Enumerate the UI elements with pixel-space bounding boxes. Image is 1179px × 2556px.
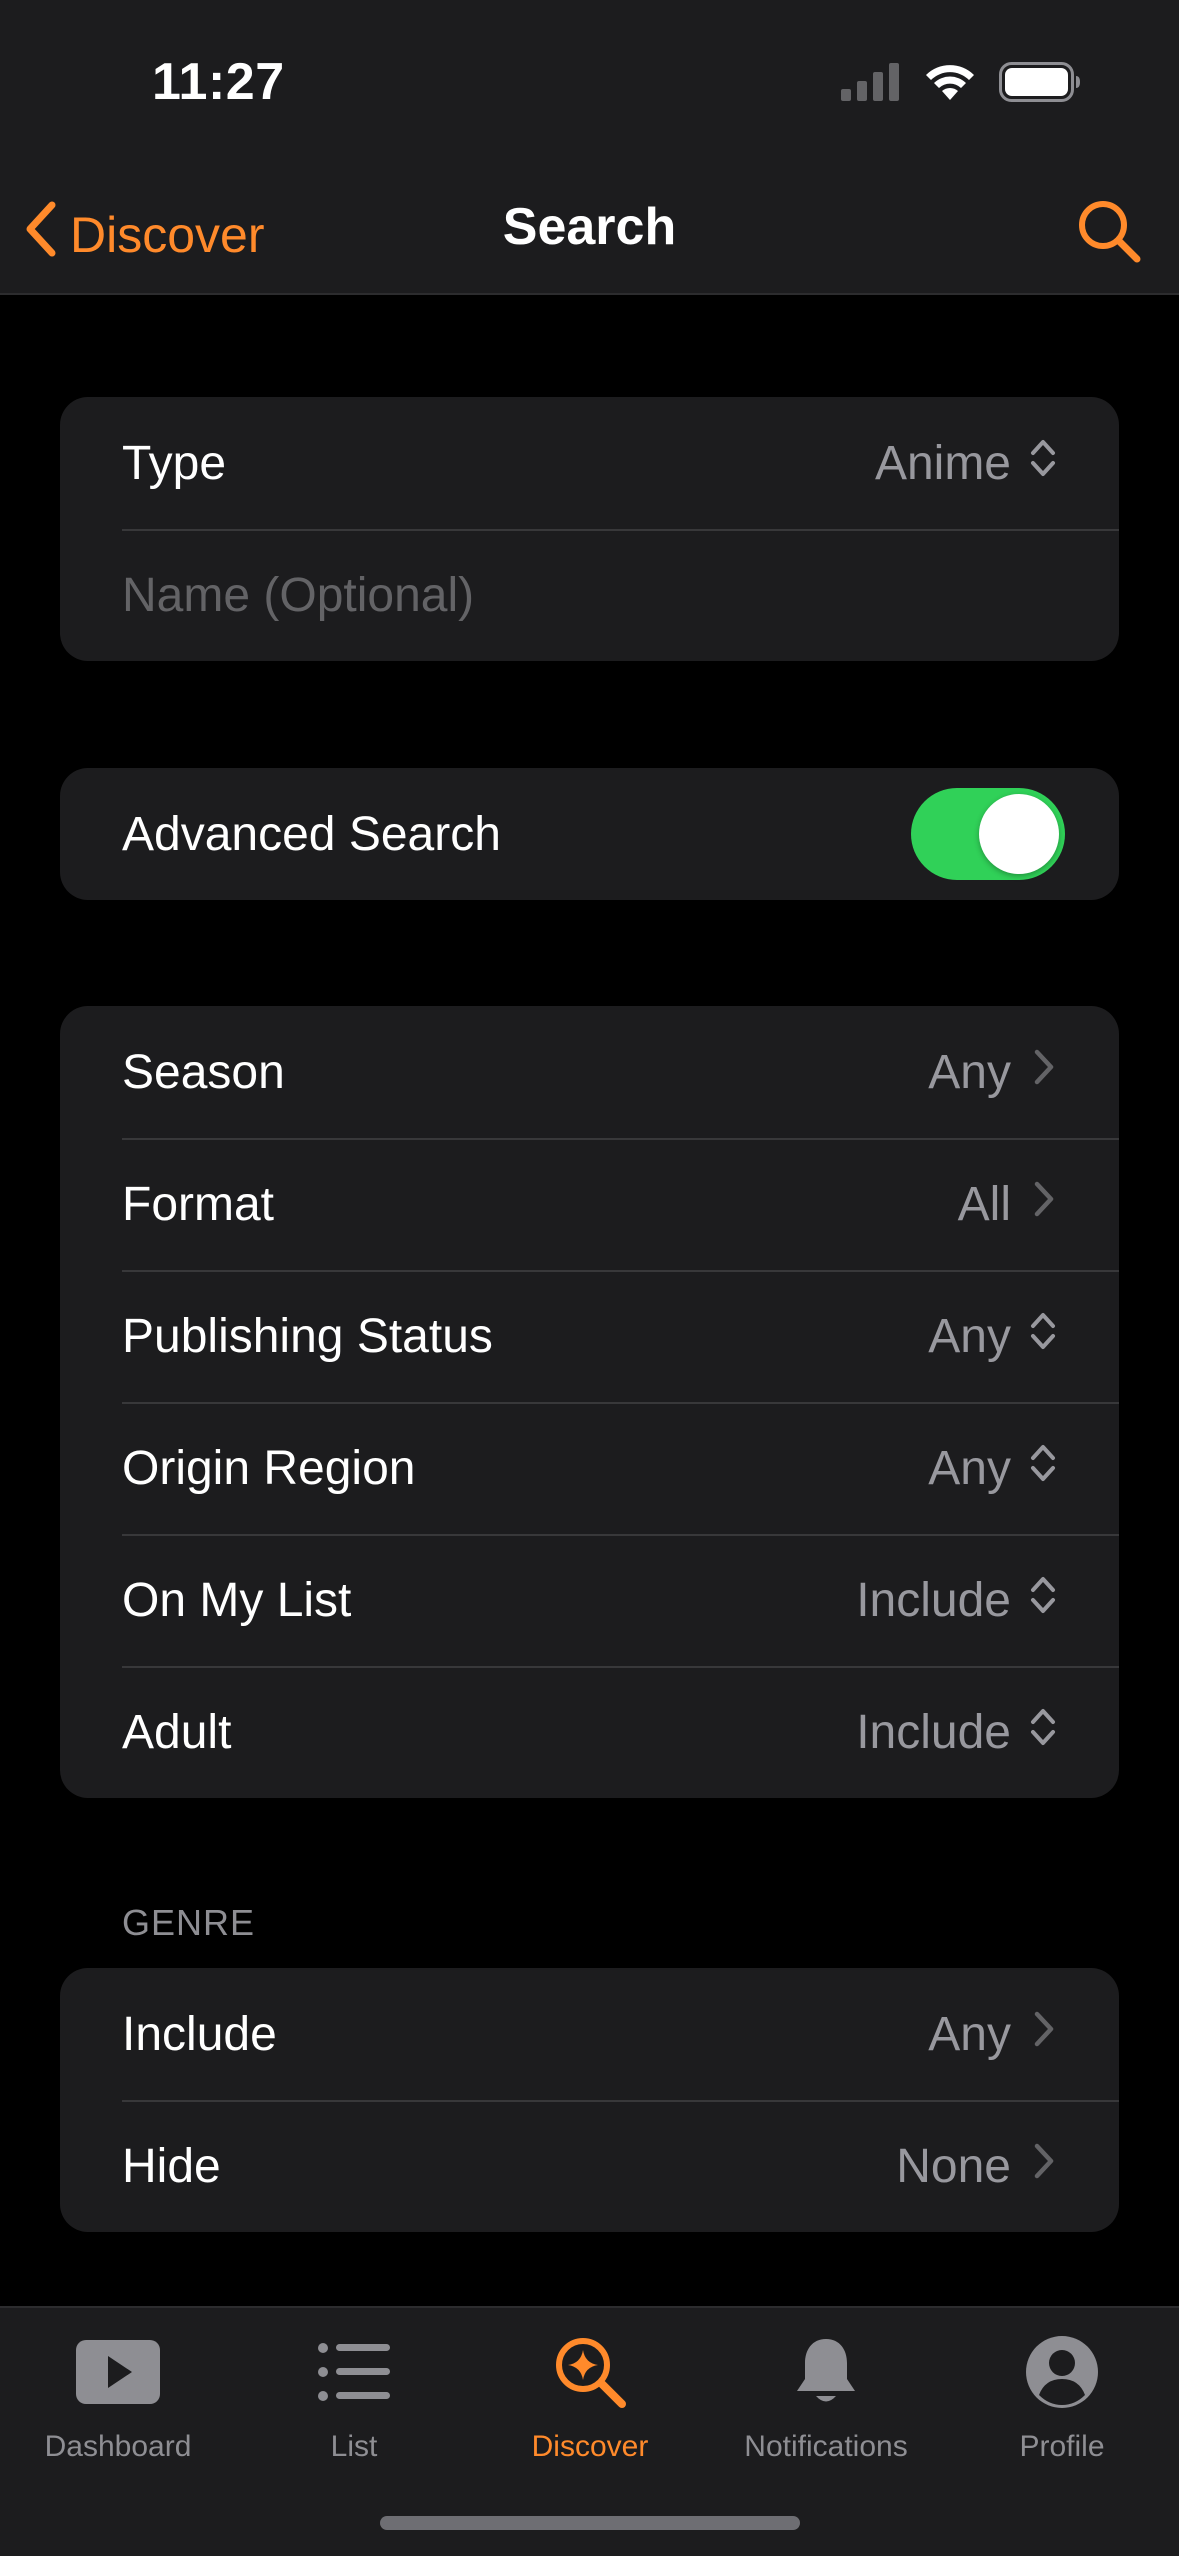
chevron-right-icon — [1029, 2007, 1057, 2062]
filter-value: Any — [928, 1045, 1011, 1099]
filter-value: Include — [856, 1705, 1011, 1759]
filter-value: All — [957, 1177, 1011, 1231]
navigation-bar: Discover Search — [0, 175, 1179, 295]
bell-icon — [792, 2328, 860, 2416]
advanced-search-row: Advanced Search — [60, 768, 1119, 900]
tab-discover[interactable]: Discover — [472, 2328, 708, 2464]
chevron-up-down-icon — [1029, 1441, 1057, 1496]
genre-row-hide[interactable]: Hide None — [60, 2100, 1119, 2232]
filter-value: Any — [928, 1309, 1011, 1363]
status-icons — [841, 62, 1081, 107]
search-button[interactable] — [1069, 193, 1149, 273]
type-value: Anime — [874, 436, 1011, 490]
genre-value-wrap: None — [896, 2139, 1057, 2194]
chevron-up-down-icon — [1029, 1573, 1057, 1628]
chevron-up-down-icon — [1029, 436, 1057, 491]
tab-label: List — [330, 2430, 378, 2463]
filter-row-origin-region[interactable]: Origin Region Any — [60, 1402, 1119, 1534]
toggle-knob — [979, 794, 1059, 874]
filter-label: Adult — [122, 1705, 232, 1759]
filter-value-wrap: Any — [928, 1441, 1057, 1496]
filter-label: Origin Region — [122, 1441, 416, 1495]
filter-label: Season — [122, 1045, 285, 1099]
filter-row-season[interactable]: Season Any — [60, 1006, 1119, 1138]
filter-value-wrap: Any — [928, 1045, 1057, 1100]
filter-value: Include — [856, 1573, 1011, 1627]
home-indicator — [380, 2516, 800, 2530]
filter-label: On My List — [122, 1573, 352, 1627]
genre-value-wrap: Any — [928, 2007, 1057, 2062]
battery-icon — [999, 62, 1081, 107]
genre-label: Include — [122, 2007, 277, 2061]
tab-label: Dashboard — [44, 2430, 192, 2463]
chevron-up-down-icon — [1029, 1705, 1057, 1760]
tab-dashboard[interactable]: Dashboard — [0, 2328, 236, 2464]
profile-icon — [1025, 2328, 1099, 2416]
tab-profile[interactable]: Profile — [944, 2328, 1179, 2464]
filter-row-on-my-list[interactable]: On My List Include — [60, 1534, 1119, 1666]
filter-row-adult[interactable]: Adult Include — [60, 1666, 1119, 1798]
filter-value: Any — [928, 1441, 1011, 1495]
filter-value-wrap: Include — [856, 1705, 1057, 1760]
type-picker-row[interactable]: Type Anime — [60, 397, 1119, 529]
filter-row-publishing-status[interactable]: Publishing Status Any — [60, 1270, 1119, 1402]
chevron-right-icon — [1029, 1177, 1057, 1232]
genre-label: Hide — [122, 2139, 221, 2193]
filter-value-wrap: All — [958, 1177, 1057, 1232]
genre-value: Any — [928, 2007, 1011, 2061]
genre-group: Include Any Hide None — [60, 1968, 1119, 2232]
back-button[interactable]: Discover — [22, 195, 264, 275]
play-icon — [75, 2328, 161, 2416]
tab-label: Discover — [531, 2430, 649, 2463]
search-icon — [1076, 198, 1142, 269]
filter-label: Format — [122, 1177, 275, 1231]
list-icon — [316, 2328, 392, 2416]
genre-section-header: GENRE — [122, 1902, 256, 1943]
tab-notifications[interactable]: Notifications — [708, 2328, 944, 2464]
advanced-search-toggle[interactable] — [911, 788, 1065, 880]
genre-row-include[interactable]: Include Any — [60, 1968, 1119, 2100]
back-button-label: Discover — [70, 207, 265, 263]
type-label: Type — [122, 436, 227, 490]
chevron-right-icon — [1029, 2139, 1057, 2194]
tab-list[interactable]: List — [236, 2328, 472, 2464]
name-field-row[interactable]: Name (Optional) — [60, 529, 1119, 661]
basic-search-group: Type Anime Name (Optional) — [60, 397, 1119, 661]
filter-label: Publishing Status — [122, 1309, 493, 1363]
discover-icon — [552, 2328, 628, 2416]
chevron-up-down-icon — [1029, 1309, 1057, 1364]
chevron-left-icon — [22, 199, 58, 271]
type-value-wrap: Anime — [875, 436, 1057, 491]
genre-value: None — [896, 2139, 1011, 2193]
tab-label: Profile — [1019, 2430, 1105, 2463]
advanced-search-label: Advanced Search — [122, 807, 501, 861]
filter-row-format[interactable]: Format All — [60, 1138, 1119, 1270]
filter-value-wrap: Any — [928, 1309, 1057, 1364]
cellular-signal-icon — [841, 63, 901, 106]
wifi-icon — [923, 62, 977, 107]
name-input[interactable]: Name (Optional) — [122, 568, 1057, 623]
tab-label: Notifications — [744, 2430, 908, 2463]
status-bar: 11:27 — [0, 0, 1179, 175]
advanced-search-group: Advanced Search — [60, 768, 1119, 900]
filters-group: Season Any Format All Publishing Status … — [60, 1006, 1119, 1798]
chevron-right-icon — [1029, 1045, 1057, 1100]
filter-value-wrap: Include — [856, 1573, 1057, 1628]
status-time: 11:27 — [152, 53, 285, 111]
